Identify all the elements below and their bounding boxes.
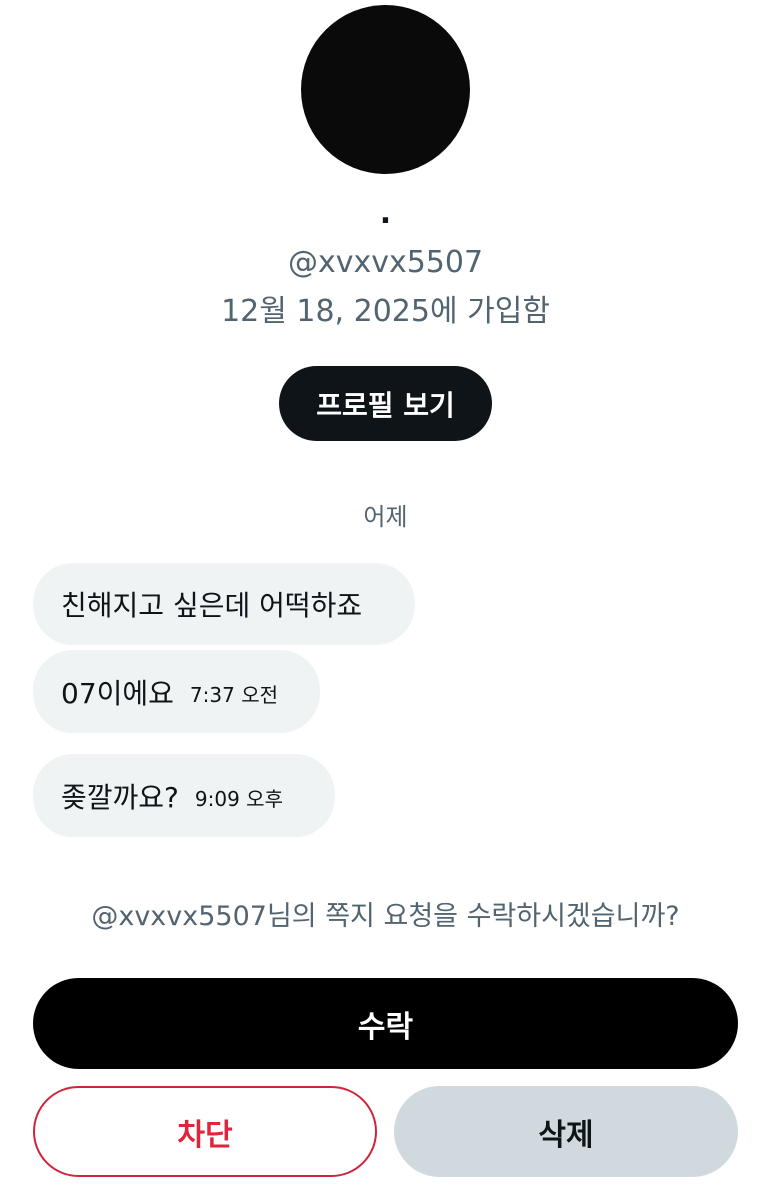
day-separator: 어제 [363,503,408,531]
message-text: 친해지고 싶은데 어떡하죠 [61,589,363,622]
display-name: . [379,196,392,231]
message-timestamp: 7:37 오전 [189,683,278,707]
message-text: 좆깔까요? [61,780,179,814]
joined-date: 12월 18, 2025에 가입함 [221,294,550,329]
message-request-prompt: @xvxvx5507님의 쪽지 요청을 수락하시겠습니까? [91,901,680,932]
message-bubble[interactable]: 좆깔까요? 9:09 오후 [33,754,335,837]
accept-button[interactable]: 수락 [33,978,738,1069]
delete-button[interactable]: 삭제 [394,1086,738,1177]
message-bubble[interactable]: 친해지고 싶은데 어떡하죠 [33,563,415,645]
message-timestamp: 9:09 오후 [194,787,283,811]
view-profile-button[interactable]: 프로필 보기 [279,366,492,441]
user-handle: @xvxvx5507 [287,245,484,280]
message-bubble[interactable]: 07이에요 7:37 오전 [33,650,320,733]
message-text: 07이에요 [61,676,174,710]
avatar[interactable] [301,5,470,174]
block-button[interactable]: 차단 [33,1086,377,1177]
